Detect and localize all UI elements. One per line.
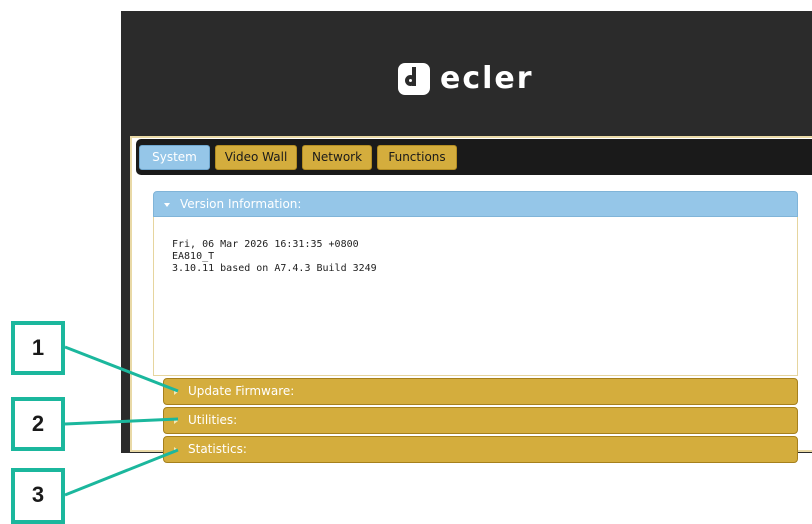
callout-3: 3 <box>11 468 65 524</box>
callout-leader-lines <box>64 345 179 497</box>
callout-2: 2 <box>11 397 65 451</box>
callout-1: 1 <box>11 321 65 375</box>
callout-3-leader <box>64 448 179 497</box>
callout-2-leader <box>64 417 179 426</box>
callout-1-leader <box>64 345 179 393</box>
